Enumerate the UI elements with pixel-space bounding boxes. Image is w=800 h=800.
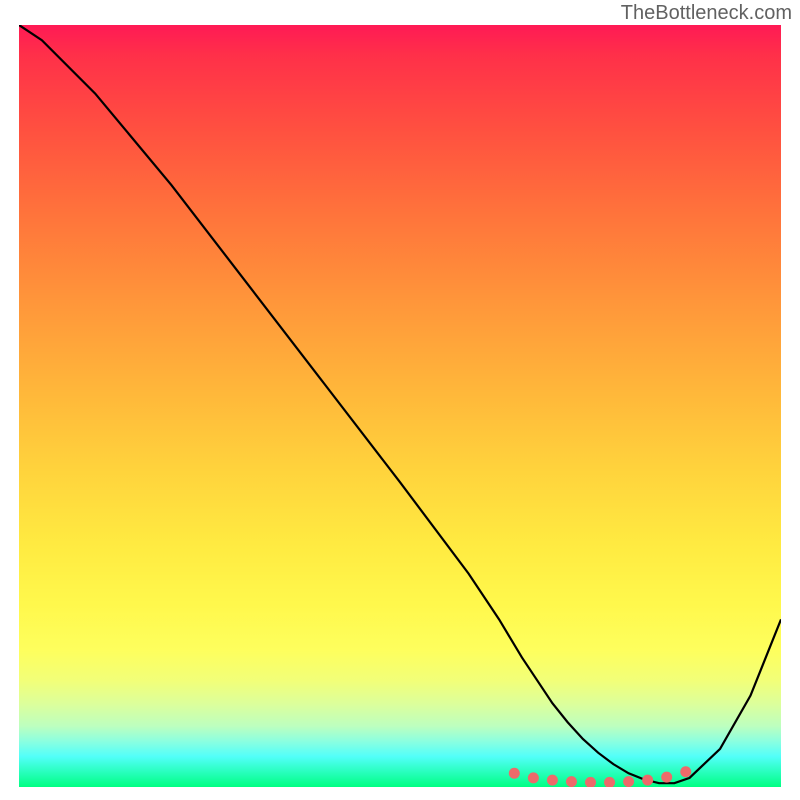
chart-svg [19,25,781,787]
plot-area [19,25,781,787]
watermark: TheBottleneck.com [621,2,792,25]
chart-container: TheBottleneck.com [0,0,800,800]
curve-line [19,25,781,783]
